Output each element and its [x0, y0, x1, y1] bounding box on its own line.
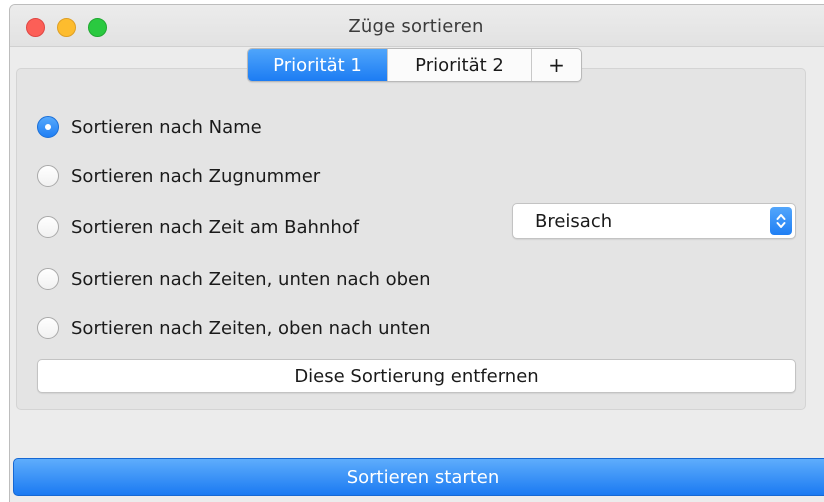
add-priority-tab-button[interactable]: + [531, 49, 581, 81]
sort-option-train-number-radio[interactable] [37, 165, 59, 187]
sort-option-station-time[interactable]: Sortieren nach Zeit am Bahnhof [37, 213, 359, 241]
sort-option-train-number-label: Sortieren nach Zugnummer [71, 165, 321, 187]
station-select-value: Breisach [535, 211, 613, 232]
chevron-up-down-icon[interactable] [770, 207, 792, 235]
sort-option-train-number[interactable]: Sortieren nach Zugnummer [37, 162, 320, 190]
sort-option-name-label: Sortieren nach Name [71, 116, 262, 138]
sort-option-station-time-radio[interactable] [37, 216, 59, 238]
sort-option-times-bottom-up-label: Sortieren nach Zeiten, unten nach oben [71, 268, 431, 290]
sort-option-station-time-label: Sortieren nach Zeit am Bahnhof [71, 216, 360, 238]
sort-option-times-top-down-radio[interactable] [37, 317, 59, 339]
station-select[interactable]: Breisach [512, 203, 796, 239]
priority-tab-bar: Priorität 1 Priorität 2 + [247, 48, 582, 82]
title-bar[interactable]: Züge sortieren [10, 5, 824, 47]
remove-sort-button[interactable]: Diese Sortierung entfernen [37, 359, 796, 393]
sort-option-times-bottom-up-radio[interactable] [37, 268, 59, 290]
sort-option-name-radio[interactable] [37, 116, 59, 138]
sort-option-times-bottom-up[interactable]: Sortieren nach Zeiten, unten nach oben [37, 265, 431, 293]
window-title: Züge sortieren [348, 16, 484, 37]
tab-priority-1[interactable]: Priorität 1 [248, 49, 387, 81]
start-sort-button[interactable]: Sortieren starten [13, 458, 824, 496]
tab-priority-2[interactable]: Priorität 2 [387, 49, 531, 81]
sort-option-name[interactable]: Sortieren nach Name [37, 113, 262, 141]
sort-option-times-top-down-label: Sortieren nach Zeiten, oben nach unten [71, 317, 431, 339]
sort-option-times-top-down[interactable]: Sortieren nach Zeiten, oben nach unten [37, 314, 431, 342]
chevron-up-down-glyph [776, 214, 786, 228]
